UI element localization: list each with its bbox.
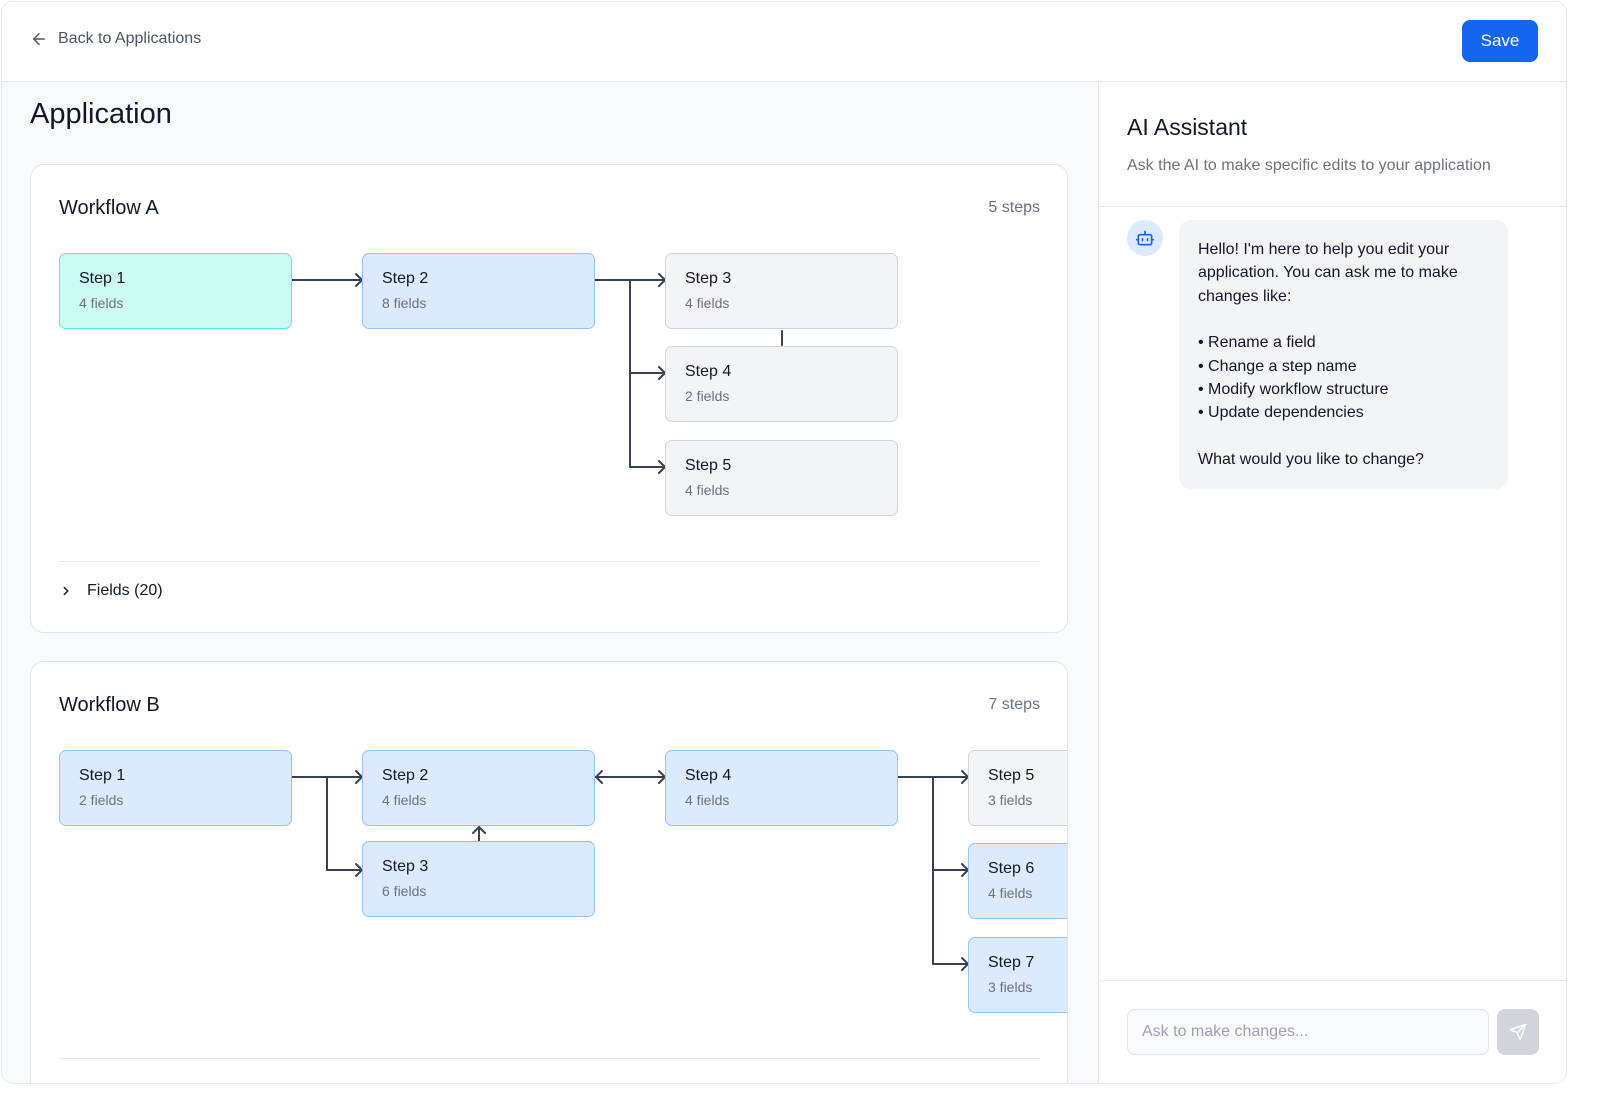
- top-bar: Back to Applications Save: [2, 2, 1566, 82]
- step-name: Step 6: [988, 860, 1035, 877]
- assistant-message: Hello! I'm here to help you edit your ap…: [1179, 220, 1508, 490]
- assistant-subtitle: Ask the AI to make specific edits to you…: [1127, 157, 1491, 174]
- connector-branch: [629, 279, 666, 468]
- step-node[interactable]: Step 2 8 fields: [362, 253, 595, 329]
- chat-input-bar: [1099, 980, 1566, 1083]
- robot-icon: [1135, 230, 1155, 246]
- avatar: [1127, 220, 1163, 256]
- step-name: Step 4: [685, 767, 732, 784]
- step-name: Step 2: [382, 767, 429, 784]
- step-fields: 2 fields: [685, 388, 730, 404]
- step-fields: 4 fields: [79, 295, 124, 311]
- step-fields: 6 fields: [382, 883, 427, 899]
- assistant-title: AI Assistant: [1127, 114, 1248, 140]
- list-item: Change a step name: [1198, 355, 1490, 378]
- page-title: Application: [30, 98, 172, 130]
- chevron-right-icon: [63, 586, 69, 596]
- step-fields: 3 fields: [988, 792, 1033, 808]
- step-node[interactable]: Step 3 6 fields: [362, 841, 595, 917]
- connector-step1-step3: [326, 776, 363, 871]
- send-icon: [1509, 1023, 1527, 1041]
- step-node[interactable]: Step 1 4 fields: [59, 253, 292, 329]
- save-button[interactable]: Save: [1462, 20, 1538, 62]
- step-fields: 4 fields: [988, 885, 1033, 901]
- step-node[interactable]: Step 4 4 fields: [665, 750, 898, 826]
- step-fields: 4 fields: [685, 295, 730, 311]
- list-item: Modify workflow structure: [1198, 378, 1490, 401]
- step-node[interactable]: Step 3 4 fields: [665, 253, 898, 329]
- suggestion-list: Rename a field Change a step name Modify…: [1198, 331, 1490, 425]
- step-fields: 8 fields: [382, 295, 427, 311]
- step-name: Step 5: [988, 767, 1035, 784]
- workflow-title: Workflow A: [59, 197, 159, 219]
- step-node[interactable]: Step 6 4 fields: [968, 843, 1067, 919]
- connector-branch: [932, 776, 969, 965]
- arrow-left-icon: [33, 33, 45, 45]
- step-node[interactable]: Step 5 4 fields: [665, 440, 898, 516]
- step-fields: 4 fields: [685, 792, 730, 808]
- steps-count: 5 steps: [988, 199, 1040, 216]
- workflow-connectors: [291, 273, 783, 474]
- fields-toggle[interactable]: Fields (20): [59, 582, 163, 600]
- chat-input[interactable]: [1127, 1009, 1489, 1055]
- divider: [59, 561, 1040, 562]
- step-name: Step 1: [79, 767, 126, 784]
- step-fields: 4 fields: [382, 792, 427, 808]
- assistant-header: AI Assistant Ask the AI to make specific…: [1099, 82, 1566, 207]
- back-to-applications-link[interactable]: Back to Applications: [30, 30, 201, 48]
- step-node[interactable]: Step 1 2 fields: [59, 750, 292, 826]
- main-content: Application Workflow A 5 steps Step 1 4 …: [2, 82, 1098, 1083]
- message-outro: What would you like to change?: [1198, 450, 1424, 468]
- step-node[interactable]: Step 2 4 fields: [362, 750, 595, 826]
- step-name: Step 1: [79, 270, 126, 287]
- list-item: Rename a field: [1198, 331, 1490, 354]
- step-fields: 3 fields: [988, 979, 1033, 995]
- step-fields: 4 fields: [685, 482, 730, 498]
- send-button[interactable]: [1497, 1009, 1539, 1055]
- divider: [59, 1058, 1040, 1059]
- step-name: Step 4: [685, 363, 732, 380]
- workflow-title: Workflow B: [59, 694, 160, 716]
- list-item: Update dependencies: [1198, 401, 1490, 424]
- step-node[interactable]: Step 4 2 fields: [665, 346, 898, 422]
- step-name: Step 7: [988, 954, 1035, 971]
- workflow-card: Workflow B 7 steps Step 1 2 fields Step …: [30, 661, 1068, 1083]
- workflow-card: Workflow A 5 steps Step 1 4 fields Step …: [30, 164, 1068, 633]
- steps-count: 7 steps: [988, 696, 1040, 713]
- step-fields: 2 fields: [79, 792, 124, 808]
- step-node[interactable]: Step 7 3 fields: [968, 937, 1067, 1013]
- back-label: Back to Applications: [58, 30, 202, 47]
- fields-toggle-label: Fields (20): [87, 582, 163, 599]
- step-node[interactable]: Step 5 3 fields: [968, 750, 1067, 826]
- ai-assistant-panel: AI Assistant Ask the AI to make specific…: [1098, 82, 1566, 1083]
- step-name: Step 3: [382, 858, 429, 875]
- message-intro: Hello! I'm here to help you edit your ap…: [1198, 241, 1458, 305]
- step-name: Step 5: [685, 457, 732, 474]
- step-name: Step 2: [382, 270, 429, 287]
- app-window: Back to Applications Save Application Wo…: [1, 1, 1567, 1084]
- step-name: Step 3: [685, 270, 732, 287]
